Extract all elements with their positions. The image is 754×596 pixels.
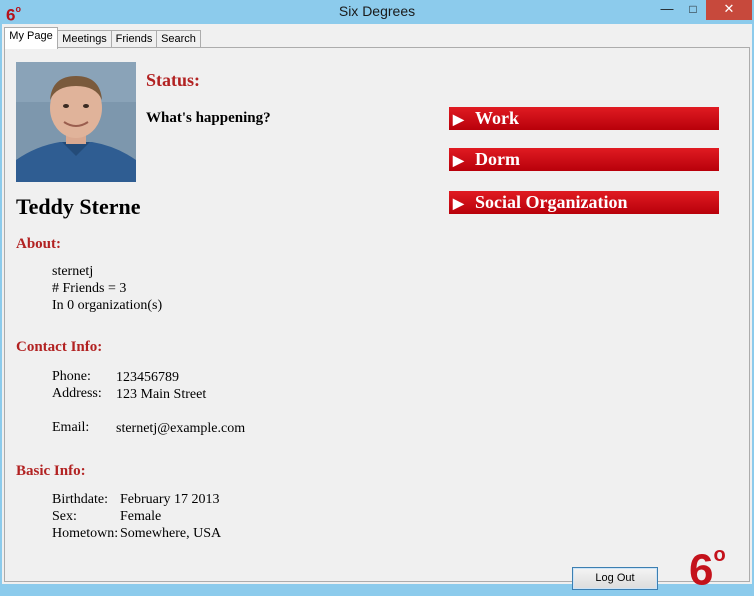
close-button[interactable]: ✕: [706, 0, 752, 20]
phone-value: 123456789: [116, 370, 179, 385]
email-value: sternetj@example.com: [116, 421, 246, 436]
birthdate-value: February 17 2013: [120, 492, 220, 507]
contact-heading: Contact Info:: [16, 339, 103, 355]
profile-avatar: [16, 62, 136, 182]
social-organization-label: Social Organization: [475, 192, 628, 212]
sex-label: Sex:: [52, 509, 77, 524]
hometown-label: Hometown:: [52, 526, 119, 541]
birthdate-label: Birthdate:: [52, 492, 108, 507]
about-friends-count: # Friends = 3: [52, 281, 127, 296]
basic-info-heading: Basic Info:: [16, 463, 86, 479]
maximize-button[interactable]: □: [680, 0, 706, 20]
about-organizations: In 0 organization(s): [52, 298, 163, 313]
hometown-value: Somewhere, USA: [120, 526, 222, 541]
address-value: 123 Main Street: [116, 387, 207, 402]
work-label: Work: [475, 108, 520, 128]
expand-arrow-icon: ▶: [453, 154, 464, 169]
phone-label: Phone:: [52, 369, 91, 384]
title-bar: 6o Six Degrees — □ ✕: [0, 0, 754, 25]
expand-arrow-icon: ▶: [453, 197, 464, 212]
work-category-button[interactable]: ▶ Work: [449, 107, 719, 130]
window-client-area: My Page Meetings Friends Search Status: …: [2, 24, 752, 595]
status-text[interactable]: What's happening?: [146, 110, 271, 127]
email-label: Email:: [52, 420, 90, 435]
sex-value: Female: [120, 509, 162, 524]
address-label: Address:: [52, 386, 102, 401]
my-page-panel: Status: What's happening? Teddy Sterne A…: [4, 47, 750, 595]
about-heading: About:: [16, 236, 62, 252]
dorm-category-button[interactable]: ▶ Dorm: [449, 148, 719, 171]
about-username: sternetj: [52, 264, 94, 279]
profile-name: Teddy Sterne: [16, 194, 141, 219]
six-degrees-logo: 6o: [689, 544, 726, 595]
status-label: Status:: [146, 70, 201, 90]
dorm-label: Dorm: [475, 149, 520, 169]
window-title: Six Degrees: [338, 3, 416, 19]
tab-my-page[interactable]: My Page: [4, 27, 58, 49]
expand-arrow-icon: ▶: [453, 113, 464, 128]
minimize-button[interactable]: —: [654, 0, 680, 20]
log-out-button[interactable]: Log Out: [572, 567, 658, 590]
social-organization-category-button[interactable]: ▶ Social Organization: [449, 191, 719, 214]
